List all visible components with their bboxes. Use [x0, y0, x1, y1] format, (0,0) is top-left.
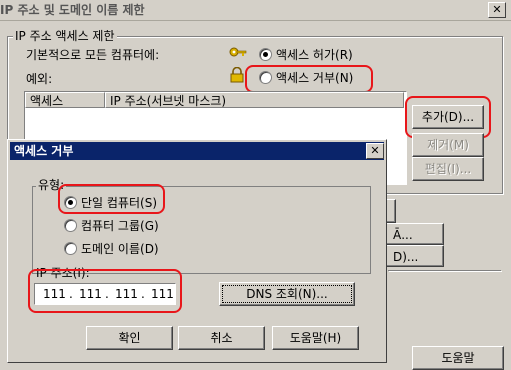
highlight-add	[405, 96, 491, 138]
window-title: IP 주소 및 도메인 이름 제한	[0, 3, 145, 17]
ok-button[interactable]: 확인	[86, 326, 173, 350]
dialog-close-icon[interactable]: ✕	[366, 143, 384, 159]
dns-lookup-button[interactable]: DNS 조회(N)...	[219, 282, 355, 306]
window-titlebar: IP 주소 및 도메인 이름 제한 ✕	[0, 0, 511, 21]
domain-name-radio[interactable]	[64, 242, 77, 255]
deny-access-dialog: 액세스 거부 ✕ 유형: 단일 컴퓨터(S) 컴퓨터 그룹(G) 도메인 이름(…	[7, 139, 387, 363]
help-button[interactable]: 도움말(H)	[272, 326, 359, 350]
computer-group-label[interactable]: 컴퓨터 그룹(G)	[81, 217, 159, 234]
edit-button[interactable]: 편집(I)...	[412, 157, 484, 181]
dialog-title: 액세스 거부	[14, 144, 74, 158]
except-label: 예외:	[26, 72, 53, 86]
dialog-titlebar: 액세스 거부 ✕	[10, 142, 384, 160]
remove-button[interactable]: 제거(M)	[412, 133, 484, 157]
domain-name-label[interactable]: 도메인 이름(D)	[81, 240, 159, 257]
highlight-deny	[245, 65, 373, 93]
column-header-access[interactable]: 액세스	[25, 92, 105, 108]
hidden-button-2[interactable]: Ᾱ...	[378, 223, 444, 245]
default-label: 기본적으로 모든 컴퓨터에:	[26, 48, 160, 62]
highlight-single	[58, 184, 165, 214]
grant-label[interactable]: 액세스 허가(R)	[276, 46, 353, 63]
column-header-ip[interactable]: IP 주소(서브넷 마스크)	[105, 92, 404, 108]
lock-icon	[230, 67, 244, 83]
key-icon	[229, 47, 247, 57]
highlight-ip	[28, 269, 182, 313]
grant-radio[interactable]	[259, 48, 272, 61]
bg-divider	[388, 270, 501, 271]
help-bottom-button[interactable]: 도움말	[412, 346, 504, 370]
hidden-button-3[interactable]: D)...	[378, 245, 444, 267]
group-legend: IP 주소 액세스 제한	[13, 27, 117, 44]
close-icon[interactable]: ✕	[488, 2, 506, 18]
cancel-button[interactable]: 취소	[178, 326, 265, 350]
computer-group-radio[interactable]	[64, 219, 77, 232]
